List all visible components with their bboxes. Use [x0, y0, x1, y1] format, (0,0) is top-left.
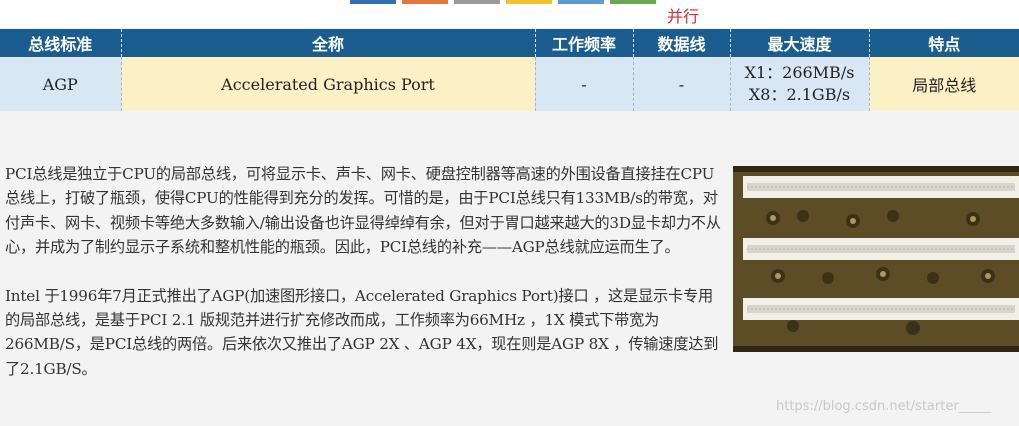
max-speed-x1: X1：266MB/s [744, 63, 855, 82]
color-tab [454, 0, 500, 4]
table-row: AGP Accelerated Graphics Port - - X1：266… [0, 57, 1019, 111]
paragraph-pci: PCI总线是独立于CPU的局部总线，可将显示卡、声卡、网卡、硬盘控制器等高速的外… [5, 165, 721, 257]
top-note: 并行 [667, 7, 700, 26]
motherboard-slots-photo [733, 166, 1019, 352]
max-speed-x8: X8：2.1GB/s [748, 85, 851, 104]
header-data-lines: 数据线 [632, 29, 730, 57]
article-body: PCI总线是独立于CPU的局部总线，可将显示卡、声卡、网卡、硬盘控制器等高速的外… [5, 162, 727, 405]
table-header-row: 总线标准 全称 工作频率 数据线 最大速度 特点 [0, 29, 1019, 57]
cell-max-speed: X1：266MB/s X8：2.1GB/s [729, 57, 869, 111]
cell-feature: 局部总线 [868, 57, 1019, 111]
watermark: https://blog.csdn.net/starter_____ [776, 399, 992, 414]
cell-data-lines: - [632, 57, 730, 111]
cell-standard: AGP [0, 57, 121, 111]
cell-full-name: Accelerated Graphics Port [120, 57, 535, 111]
header-max-speed: 最大速度 [729, 29, 869, 57]
color-tab [558, 0, 604, 4]
color-tabs [350, 0, 656, 4]
color-tab [402, 0, 448, 4]
header-full-name: 全称 [120, 29, 535, 57]
color-tab [610, 0, 656, 4]
paragraph-agp: Intel 于1996年7月正式推出了AGP(加速图形接口，Accelerate… [5, 286, 719, 378]
color-tab [506, 0, 552, 4]
cell-frequency: - [534, 57, 633, 111]
color-tab [350, 0, 396, 4]
header-standard: 总线标准 [0, 29, 121, 57]
header-frequency: 工作频率 [534, 29, 633, 57]
header-feature: 特点 [868, 29, 1019, 57]
bus-table: 总线标准 全称 工作频率 数据线 最大速度 特点 AGP Accelerated… [0, 29, 1019, 111]
top-strip: 并行 [0, 0, 1019, 28]
